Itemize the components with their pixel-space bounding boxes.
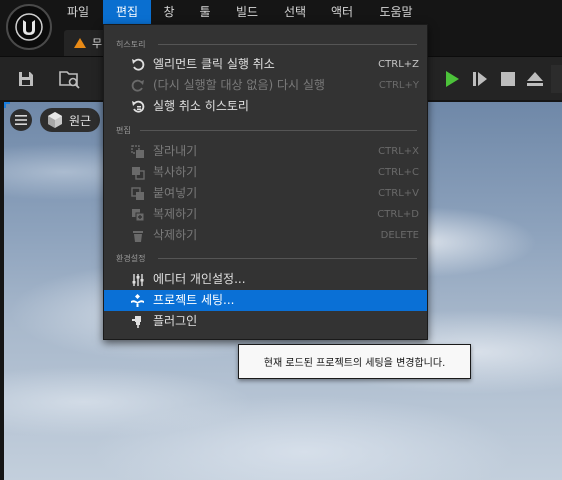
viewport-focus-corner	[4, 102, 10, 108]
menu-build[interactable]: 빌드	[227, 0, 267, 24]
redo-icon	[130, 78, 145, 93]
undo-history-icon	[130, 99, 145, 114]
menu-edit[interactable]: 편집	[103, 0, 151, 24]
menu-item-editor-preferences[interactable]: 에디터 개인설정...	[104, 269, 427, 290]
plugin-icon	[130, 314, 145, 329]
menu-help[interactable]: 도움말	[369, 0, 423, 24]
level-tab-label: 무	[92, 37, 103, 50]
step-forward-icon	[473, 72, 487, 86]
browse-content-button[interactable]	[58, 67, 82, 91]
browse-icon	[59, 71, 80, 89]
perspective-label: 원근	[69, 113, 92, 128]
duplicate-icon	[130, 207, 145, 222]
menu-item-label: 프로젝트 세팅...	[153, 293, 235, 307]
menu-item-shortcut: CTRL+X	[378, 146, 419, 157]
menu-item-label: 붙여넣기	[153, 186, 198, 200]
project-settings-tooltip: 현재 로드된 프로젝트의 세팅을 변경합니다.	[238, 344, 471, 379]
perspective-button[interactable]: 원근	[40, 108, 100, 132]
eject-button[interactable]	[523, 67, 547, 91]
perspective-cube-icon	[48, 112, 62, 128]
menu-select[interactable]: 선택	[274, 0, 316, 24]
project-settings-icon	[130, 293, 145, 308]
menu-item-shortcut: CTRL+Z	[378, 59, 419, 70]
menu-item-label: 복사하기	[153, 165, 198, 179]
stop-button[interactable]	[496, 67, 520, 91]
menu-item-label: 실행 취소 히스토리	[153, 99, 249, 113]
menu-item-shortcut: CTRL+D	[377, 209, 419, 220]
menu-item-label: 플러그인	[153, 314, 198, 328]
menu-item-duplicate[interactable]: 복제하기 CTRL+D	[104, 204, 427, 225]
step-button[interactable]	[468, 67, 492, 91]
section-divider	[158, 44, 417, 45]
menu-item-copy[interactable]: 복사하기 CTRL+C	[104, 162, 427, 183]
edit-menu-dropdown: 히스토리 엘리먼트 클릭 실행 취소 CTRL+Z (다시 실행할 대상 없음)…	[103, 24, 428, 340]
menu-item-undo[interactable]: 엘리먼트 클릭 실행 취소 CTRL+Z	[104, 54, 427, 75]
hamburger-icon	[15, 115, 27, 125]
sliders-icon	[130, 272, 145, 287]
unreal-u-icon	[15, 13, 43, 41]
menu-item-label: 에디터 개인설정...	[153, 272, 246, 286]
cut-icon	[130, 144, 145, 159]
menu-item-cut[interactable]: 잘라내기 CTRL+X	[104, 141, 427, 162]
play-icon	[446, 71, 459, 87]
toolbar-more[interactable]	[551, 65, 562, 93]
section-title-history: 히스토리	[116, 40, 146, 49]
menu-item-paste[interactable]: 붙여넣기 CTRL+V	[104, 183, 427, 204]
menu-file[interactable]: 파일	[56, 0, 100, 24]
viewport-options-button[interactable]	[10, 109, 32, 131]
menu-item-undo-history[interactable]: 실행 취소 히스토리	[104, 96, 427, 117]
menu-item-project-settings[interactable]: 프로젝트 세팅...	[104, 290, 427, 311]
menu-window[interactable]: 창	[155, 0, 183, 24]
menu-item-label: (다시 실행할 대상 없음) 다시 실행	[153, 78, 325, 92]
section-title-edit: 편집	[116, 126, 131, 135]
menu-item-shortcut: CTRL+Y	[378, 80, 419, 91]
menu-bar: 파일 편집 창 툴 빌드 선택 액터 도움말	[0, 0, 562, 26]
section-title-preferences: 환경설정	[116, 254, 146, 263]
section-divider	[158, 258, 417, 259]
menu-item-delete[interactable]: 삭제하기 DELETE	[104, 225, 427, 246]
stop-icon	[501, 72, 515, 86]
menu-item-shortcut: CTRL+C	[378, 167, 419, 178]
menu-item-label: 엘리먼트 클릭 실행 취소	[153, 57, 275, 71]
save-button[interactable]	[14, 67, 38, 91]
level-warning-icon	[74, 38, 86, 48]
menu-item-label: 잘라내기	[153, 144, 198, 158]
delete-icon	[130, 228, 145, 243]
undo-icon	[130, 57, 145, 72]
menu-item-redo[interactable]: (다시 실행할 대상 없음) 다시 실행 CTRL+Y	[104, 75, 427, 96]
menu-tools[interactable]: 툴	[189, 0, 221, 24]
menu-item-label: 복제하기	[153, 207, 198, 221]
eject-icon	[527, 72, 543, 86]
copy-icon	[130, 165, 145, 180]
menu-actor[interactable]: 액터	[322, 0, 362, 24]
unreal-logo[interactable]	[6, 4, 52, 50]
menu-item-plugins[interactable]: 플러그인	[104, 311, 427, 332]
save-icon	[19, 72, 33, 86]
paste-icon	[130, 186, 145, 201]
menu-item-label: 삭제하기	[153, 228, 198, 242]
play-button[interactable]	[440, 67, 464, 91]
menu-item-shortcut: DELETE	[380, 230, 419, 241]
menu-item-shortcut: CTRL+V	[378, 188, 419, 199]
section-divider	[140, 130, 417, 131]
